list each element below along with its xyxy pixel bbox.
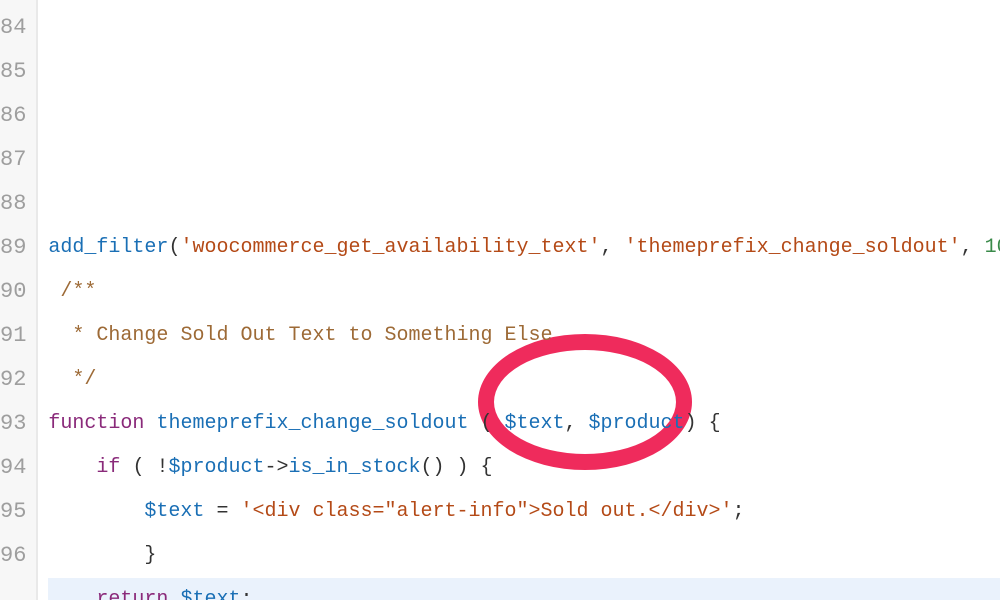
code-line[interactable]: function themeprefix_change_soldout ( $t… (48, 402, 1000, 446)
code-token (48, 588, 96, 600)
code-token: */ (72, 368, 96, 391)
code-editor[interactable]: 84858687888990919293949596 add_filter('w… (0, 0, 1000, 600)
code-token: /** (60, 280, 96, 303)
line-number: 87 (0, 138, 26, 182)
code-line[interactable]: /** (48, 270, 1000, 314)
code-line[interactable]: if ( !$product->is_in_stock() ) { (48, 446, 1000, 490)
code-token: * Change Sold Out Text to Something Else (72, 324, 552, 347)
code-token: , (601, 236, 625, 259)
code-token: $product (589, 412, 685, 435)
code-token: add_filter (48, 236, 168, 259)
code-line[interactable]: * Change Sold Out Text to Something Else (48, 314, 1000, 358)
code-token (48, 368, 72, 391)
code-token: ; (733, 500, 745, 523)
code-token: $text (505, 412, 565, 435)
code-token (48, 324, 72, 347)
code-token: 'woocommerce_get_availability_text' (180, 236, 600, 259)
code-line[interactable]: $text = '<div class="alert-info">Sold ou… (48, 490, 1000, 534)
code-token: 10 (985, 236, 1000, 259)
code-token (48, 456, 96, 479)
code-token: -> (264, 456, 288, 479)
code-token: = (204, 500, 240, 523)
code-line[interactable] (48, 138, 1000, 182)
code-line[interactable]: } (48, 534, 1000, 578)
code-token: ) { (685, 412, 721, 435)
code-token: function (48, 412, 144, 435)
line-number: 91 (0, 314, 26, 358)
code-token: return (96, 588, 168, 600)
code-line[interactable]: */ (48, 358, 1000, 402)
line-number: 88 (0, 182, 26, 226)
code-token (168, 588, 180, 600)
line-number: 94 (0, 446, 26, 490)
code-token: themeprefix_change_soldout (156, 412, 468, 435)
line-number: 95 (0, 490, 26, 534)
code-token: ( ! (120, 456, 168, 479)
line-number: 85 (0, 50, 26, 94)
line-number: 86 (0, 94, 26, 138)
code-token: , (565, 412, 589, 435)
code-content-area[interactable]: add_filter('woocommerce_get_availability… (38, 0, 1000, 600)
code-token: () ) { (421, 456, 493, 479)
code-token: ( (168, 236, 180, 259)
line-number: 84 (0, 6, 26, 50)
line-number: 96 (0, 534, 26, 578)
code-token: ( (469, 412, 505, 435)
code-token: $text (144, 500, 204, 523)
code-token (144, 412, 156, 435)
code-token: 'themeprefix_change_soldout' (625, 236, 961, 259)
code-token (48, 280, 60, 303)
line-number: 92 (0, 358, 26, 402)
line-number: 89 (0, 226, 26, 270)
code-token: if (96, 456, 120, 479)
code-token: '<div class="alert-info">Sold out.</div>… (240, 500, 732, 523)
code-line[interactable] (48, 182, 1000, 226)
line-number: 93 (0, 402, 26, 446)
code-line[interactable]: add_filter('woocommerce_get_availability… (48, 226, 1000, 270)
line-number: 90 (0, 270, 26, 314)
code-token: ; (240, 588, 252, 600)
code-token: } (48, 544, 156, 567)
line-number-gutter: 84858687888990919293949596 (0, 0, 38, 600)
code-token (48, 500, 144, 523)
code-token: , (961, 236, 985, 259)
code-token: is_in_stock (288, 456, 420, 479)
code-token: $product (168, 456, 264, 479)
code-line[interactable]: return $text; (48, 578, 1000, 600)
code-token: $text (180, 588, 240, 600)
